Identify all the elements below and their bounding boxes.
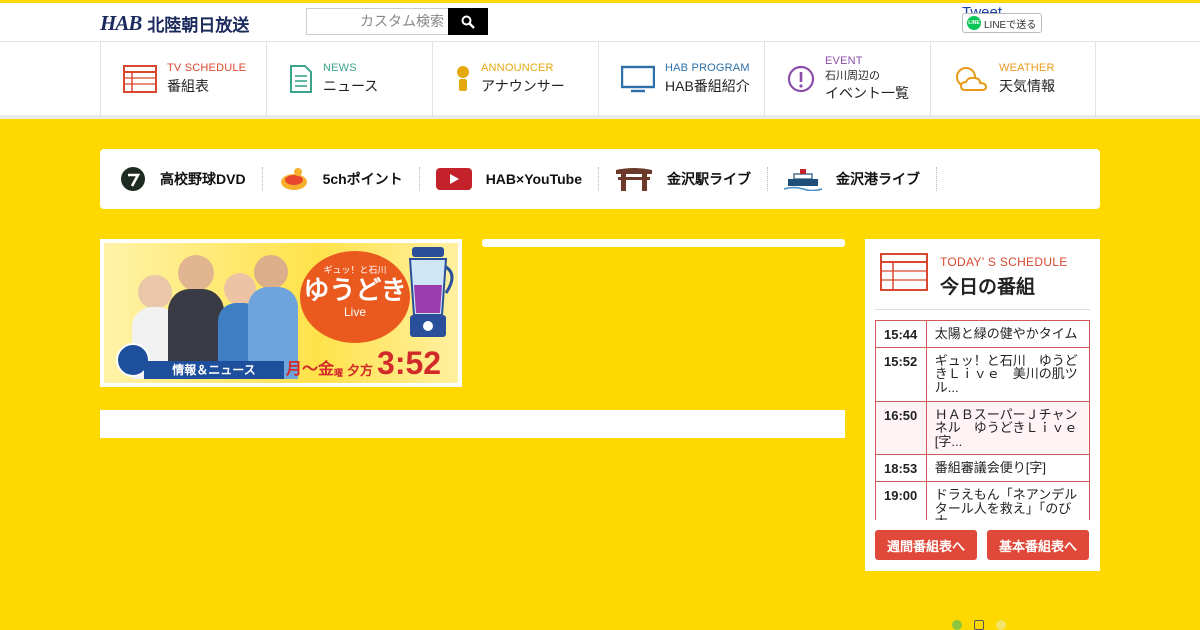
carousel-dots (952, 620, 1006, 630)
site-header: HAB 北陸朝日放送 Tweet LINE LINEで送る (0, 3, 1200, 41)
quick-link-label: 金沢港ライブ (836, 171, 920, 187)
search-button[interactable] (448, 8, 488, 35)
nav-ja-label: ニュース (323, 78, 379, 94)
schedule-time: 15:52 (876, 347, 927, 401)
banner-genre: 情報＆ニュース (144, 361, 284, 379)
schedule-time: 18:53 (876, 455, 927, 482)
carousel-dot[interactable] (952, 620, 962, 630)
schedule-divider (875, 309, 1090, 310)
content-placeholder-box (100, 410, 845, 438)
tv-schedule-icon (123, 65, 157, 93)
kanazawa-station-icon (616, 168, 652, 191)
tv-monitor-icon (621, 65, 655, 93)
nav-en-label: NEWS (323, 62, 357, 74)
schedule-program: ギュッ！と石川 ゆうどきＬｉｖｅ 美川の肌ツル... (934, 352, 1078, 395)
banner-period: 夕方 (347, 363, 374, 378)
news-icon (290, 65, 312, 93)
yudoki-live-banner[interactable]: ギュッ！と石川 ゆうどき Live 情報＆ニュース 月〜金 曜 夕方 3:52 (100, 239, 462, 387)
banner-live: Live (343, 304, 366, 319)
schedule-program: ＨＡＢスーパーＪチャンネル ゆうどきＬｉｖｅ[字... (926, 401, 1089, 455)
nav-en-label: EVENT (825, 55, 863, 67)
basic-schedule-button[interactable]: 基本番組表へ (987, 530, 1089, 560)
schedule-ja-title: 今日の番組 (940, 277, 1036, 298)
event-icon (787, 65, 815, 93)
nav-en-label: HAB PROGRAM (665, 62, 750, 74)
tv-schedule-icon (880, 253, 928, 291)
nav-event[interactable]: EVENT 石川周辺の イベント一覧 (764, 42, 930, 116)
schedule-row[interactable]: 15:44 太陽と緑の健やかタイム (875, 321, 1090, 348)
nav-en-label: ANNOUNCER (481, 62, 554, 74)
site-logo[interactable]: HAB 北陸朝日放送 (100, 11, 249, 36)
content-placeholder-bar (482, 239, 845, 247)
nav-ja-label: アナウンサー (481, 78, 565, 94)
logo-mark: HAB (100, 11, 142, 35)
quick-link-baseball-dvd[interactable]: 高校野球DVD (120, 167, 263, 191)
quick-link-5ch-point[interactable]: 5chポイント (279, 167, 420, 191)
line-share-button[interactable]: LINE LINEで送る (962, 13, 1042, 33)
juicer-icon (408, 247, 454, 337)
nav-ja-label: イベント一覧 (825, 85, 909, 101)
quick-link-youtube[interactable]: HAB×YouTube (435, 167, 599, 191)
nav-tv-schedule[interactable]: TV SCHEDULE 番組表 (100, 42, 266, 116)
presenter-figures (128, 249, 298, 379)
logo-name: 北陸朝日放送 (147, 16, 250, 35)
weather-icon (956, 67, 988, 91)
nav-ja-label: HAB番組紹介 (665, 78, 750, 94)
nav-ja-label: 番組表 (167, 78, 209, 94)
schedule-program: ドラえもん「ネアンデルタール人を救え」「のび太... (934, 487, 1078, 520)
schedule-time: 19:00 (876, 482, 927, 520)
quick-link-label: 金沢駅ライブ (667, 171, 751, 187)
schedule-time: 16:50 (876, 401, 927, 455)
nav-en-label: TV SCHEDULE (167, 62, 247, 74)
5ch-point-icon (280, 168, 307, 190)
announcer-icon (457, 66, 469, 91)
quick-link-kanazawa-station[interactable]: 金沢駅ライブ (615, 167, 768, 191)
youtube-icon (435, 168, 472, 190)
schedule-buttons: 週間番組表へ 基本番組表へ (875, 530, 1089, 560)
schedule-en-title: TODAY’ S SCHEDULE (940, 255, 1068, 269)
carousel-dot[interactable] (996, 620, 1006, 630)
kanazawa-port-icon (784, 169, 822, 191)
banner-time: 3:52 (377, 345, 442, 381)
todays-schedule-panel: TODAY’ S SCHEDULE 今日の番組 15:44 太陽と緑の健やかタイ… (865, 239, 1100, 571)
custom-search (306, 8, 488, 35)
baseball-dvd-icon (121, 167, 145, 191)
nav-weather[interactable]: WEATHER 天気情報 (930, 42, 1096, 116)
banner-title: ゆうどき (303, 275, 407, 305)
nav-news[interactable]: NEWS ニュース (266, 42, 432, 116)
banner-schedule: 月〜金 曜 夕方 3:52 (286, 347, 441, 379)
banner-days-suffix: 曜 (334, 368, 344, 378)
nav-announcer[interactable]: ANNOUNCER アナウンサー (432, 42, 598, 116)
quick-link-label: 5chポイント (322, 171, 403, 187)
line-icon: LINE (967, 16, 981, 30)
carousel-dot[interactable] (974, 620, 984, 630)
schedule-program: 太陽と緑の健やかタイム (934, 326, 1078, 341)
schedule-header: TODAY’ S SCHEDULE 今日の番組 (880, 253, 1068, 299)
schedule-time: 15:44 (876, 321, 927, 347)
search-icon (461, 15, 475, 29)
schedule-row[interactable]: 15:52 ギュッ！と石川 ゆうどきＬｉｖｅ 美川の肌ツル... (875, 347, 1090, 402)
quick-link-kanazawa-port[interactable]: 金沢港ライブ (784, 167, 937, 191)
nav-sub-label: 石川周辺の (825, 70, 880, 82)
nav-hab-program[interactable]: HAB PROGRAM HAB番組紹介 (598, 42, 764, 116)
weekly-schedule-button[interactable]: 週間番組表へ (875, 530, 977, 560)
search-input[interactable] (306, 8, 448, 35)
main-nav: TV SCHEDULE 番組表 NEWS ニュース ANNOUNCER アナウン… (0, 41, 1200, 119)
nav-en-label: WEATHER (999, 62, 1055, 74)
quick-links-bar: 高校野球DVD 5chポイント HAB×YouTube 金沢駅ライブ 金沢港ライ… (100, 149, 1100, 209)
schedule-list[interactable]: 15:44 太陽と緑の健やかタイム 15:52 ギュッ！と石川 ゆうどきＬｉｖｅ… (875, 320, 1090, 520)
schedule-row[interactable]: 19:00 ドラえもん「ネアンデルタール人を救え」「のび太... (875, 482, 1090, 520)
banner-days-prefix: 月〜金 (286, 361, 335, 378)
quick-link-label: 高校野球DVD (160, 171, 246, 187)
banner-logo-badge: ギュッ！と石川 ゆうどき Live (300, 251, 410, 343)
schedule-row[interactable]: 18:53 番組審議会便り[字] (875, 455, 1090, 483)
schedule-row[interactable]: 16:50 ＨＡＢスーパーＪチャンネル ゆうどきＬｉｖｅ[字... (875, 401, 1090, 456)
line-share-label: LINEで送る (984, 19, 1037, 31)
schedule-program: 番組審議会便り[字] (934, 460, 1047, 476)
nav-ja-label: 天気情報 (999, 78, 1055, 94)
quick-link-label: HAB×YouTube (485, 171, 582, 187)
